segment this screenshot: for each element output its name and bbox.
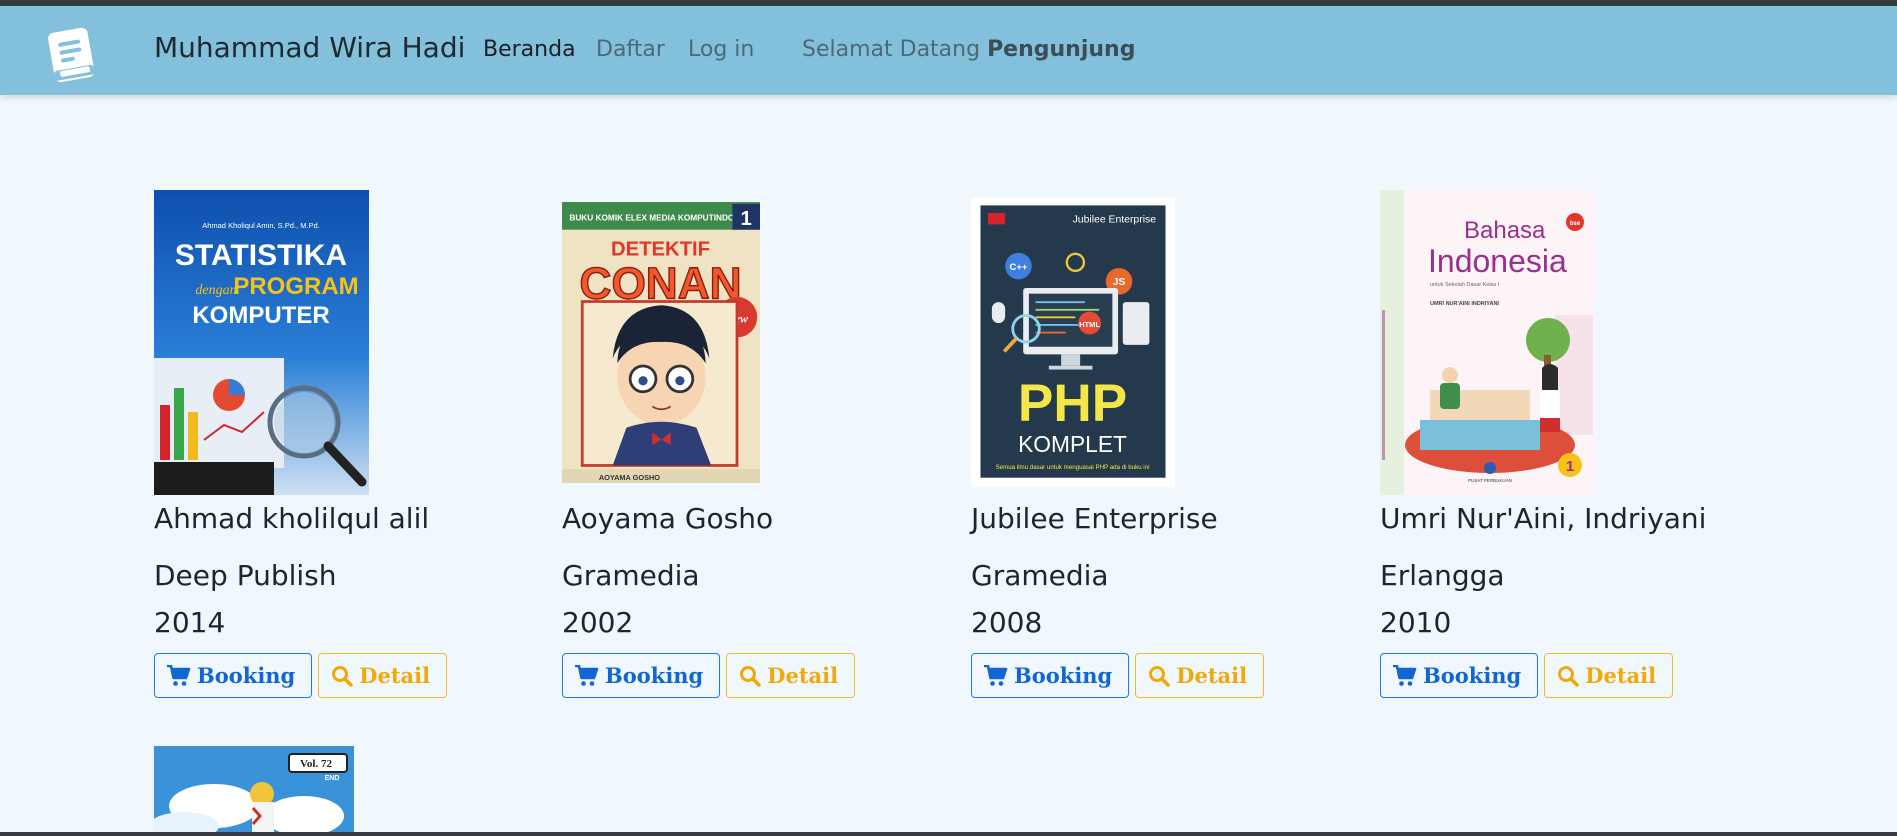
cover-title-line: PROGRAM (233, 273, 358, 300)
welcome-user: Pengunjung (987, 37, 1136, 62)
book-author: Aoyama Gosho (562, 502, 774, 535)
search-icon (332, 666, 354, 687)
book-card: BUKU KOMIK ELEX MEDIA KOMPUTINDO 1 DETEK… (562, 190, 922, 698)
detail-button[interactable]: Detail (1135, 653, 1265, 698)
partial-cover-end: END (325, 775, 340, 782)
detail-label: Detail (767, 663, 839, 688)
book-publisher: Gramedia (971, 559, 1109, 592)
cover-authors: UMRI NUR'AINI INDRIYANI (1430, 301, 1499, 307)
book-author: Ahmad kholilqul alil (154, 502, 430, 535)
search-icon (1558, 666, 1580, 687)
book-card: Ahmad Kholiqul Amin, S.Pd., M.Pd. STATIS… (154, 190, 514, 698)
booking-button[interactable]: Booking (971, 653, 1130, 698)
cover-volume: 1 (741, 208, 752, 230)
booking-button[interactable]: Booking (1380, 653, 1539, 698)
cover-footer: PUSAT PERBUKUAN (1468, 478, 1512, 483)
welcome-text: Selamat Datang Pengunjung (802, 37, 1135, 62)
cart-icon (984, 664, 1008, 686)
book-year: 2014 (154, 606, 226, 639)
nav-link-beranda[interactable]: Beranda (483, 37, 576, 62)
cover-title-line: STATISTIKA (175, 239, 347, 272)
book-cover-image[interactable]: Jubilee Enterprise C++ JS HTML PHP KOMPL… (971, 190, 1175, 495)
book-year: 2008 (971, 606, 1043, 639)
cover-footer: AOYAMA GOSHO (599, 473, 660, 482)
cover-subtitle: untuk Sekolah Dasar Kelas I (1430, 282, 1500, 288)
book-card: Jubilee Enterprise C++ JS HTML PHP KOMPL… (971, 190, 1331, 698)
booking-label: Booking (605, 663, 704, 688)
book-publisher: Gramedia (562, 559, 700, 592)
partial-cover-volume: Vol. 72 (300, 758, 332, 770)
cover-title-line: DETEKTIF (611, 238, 710, 260)
book-actions: Booking Detail (971, 653, 1331, 698)
search-icon (1149, 666, 1171, 687)
detail-button[interactable]: Detail (726, 653, 856, 698)
book-author: Jubilee Enterprise (971, 502, 1218, 535)
book-cover-image[interactable]: BUKU KOMIK ELEX MEDIA KOMPUTINDO 1 DETEK… (562, 190, 760, 495)
cover-tag: C++ (1009, 262, 1027, 273)
book-actions: Booking Detail (1380, 653, 1740, 698)
cover-badge: bse (1570, 221, 1581, 227)
cart-icon (1393, 664, 1417, 686)
cover-title-line: KOMPLET (1018, 431, 1127, 457)
cover-series: BUKU KOMIK ELEX MEDIA KOMPUTINDO (569, 213, 735, 222)
booking-label: Booking (1423, 663, 1522, 688)
cover-title-line: PHP (1018, 374, 1127, 433)
book-publisher: Deep Publish (154, 559, 337, 592)
cover-tag: JS (1113, 277, 1126, 288)
book-card: Bahasa Indonesia untuk Sekolah Dasar Kel… (1380, 190, 1740, 698)
cover-publisher: Jubilee Enterprise (1073, 214, 1157, 225)
detail-button[interactable]: Detail (1544, 653, 1674, 698)
booking-button[interactable]: Booking (562, 653, 721, 698)
window-bottom-border (0, 832, 1897, 836)
welcome-prefix: Selamat Datang (802, 37, 981, 62)
book-icon[interactable] (43, 24, 99, 84)
book-actions: Booking Detail (562, 653, 922, 698)
book-cover-image[interactable]: Bahasa Indonesia untuk Sekolah Dasar Kel… (1380, 190, 1595, 495)
book-publisher: Erlangga (1380, 559, 1505, 592)
navbar: Muhammad Wira Hadi Beranda Daftar Log in… (0, 6, 1897, 95)
nav-link-login[interactable]: Log in (688, 37, 754, 62)
detail-label: Detail (1176, 663, 1248, 688)
book-year: 2010 (1380, 606, 1452, 639)
cover-tag: HTML (1079, 320, 1100, 329)
book-year: 2002 (562, 606, 634, 639)
detail-label: Detail (359, 663, 431, 688)
cover-grade: 1 (1566, 458, 1574, 475)
book-cover-image[interactable]: Vol. 72 END (154, 746, 354, 832)
book-cover-image[interactable]: Ahmad Kholiqul Amin, S.Pd., M.Pd. STATIS… (154, 190, 369, 495)
booking-label: Booking (197, 663, 296, 688)
detail-label: Detail (1585, 663, 1657, 688)
detail-button[interactable]: Detail (318, 653, 448, 698)
booking-button[interactable]: Booking (154, 653, 313, 698)
booking-label: Booking (1014, 663, 1113, 688)
brand-title[interactable]: Muhammad Wira Hadi (154, 31, 465, 64)
book-actions: Booking Detail (154, 653, 514, 698)
cover-author-line: Ahmad Kholiqul Amin, S.Pd., M.Pd. (202, 221, 320, 230)
cover-tagline: Semua ilmu dasar untuk menguasai PHP ada… (996, 464, 1150, 471)
cart-icon (575, 664, 599, 686)
cover-title-line: dengan (195, 283, 236, 298)
nav-link-daftar[interactable]: Daftar (596, 37, 665, 62)
cart-icon (167, 664, 191, 686)
cover-title-line: Bahasa (1464, 217, 1546, 244)
book-author: Umri Nur'Aini, Indriyani (1380, 502, 1707, 535)
cover-title-line: Indonesia (1428, 243, 1567, 279)
cover-title-line: KOMPUTER (192, 302, 329, 329)
search-icon (740, 666, 762, 687)
